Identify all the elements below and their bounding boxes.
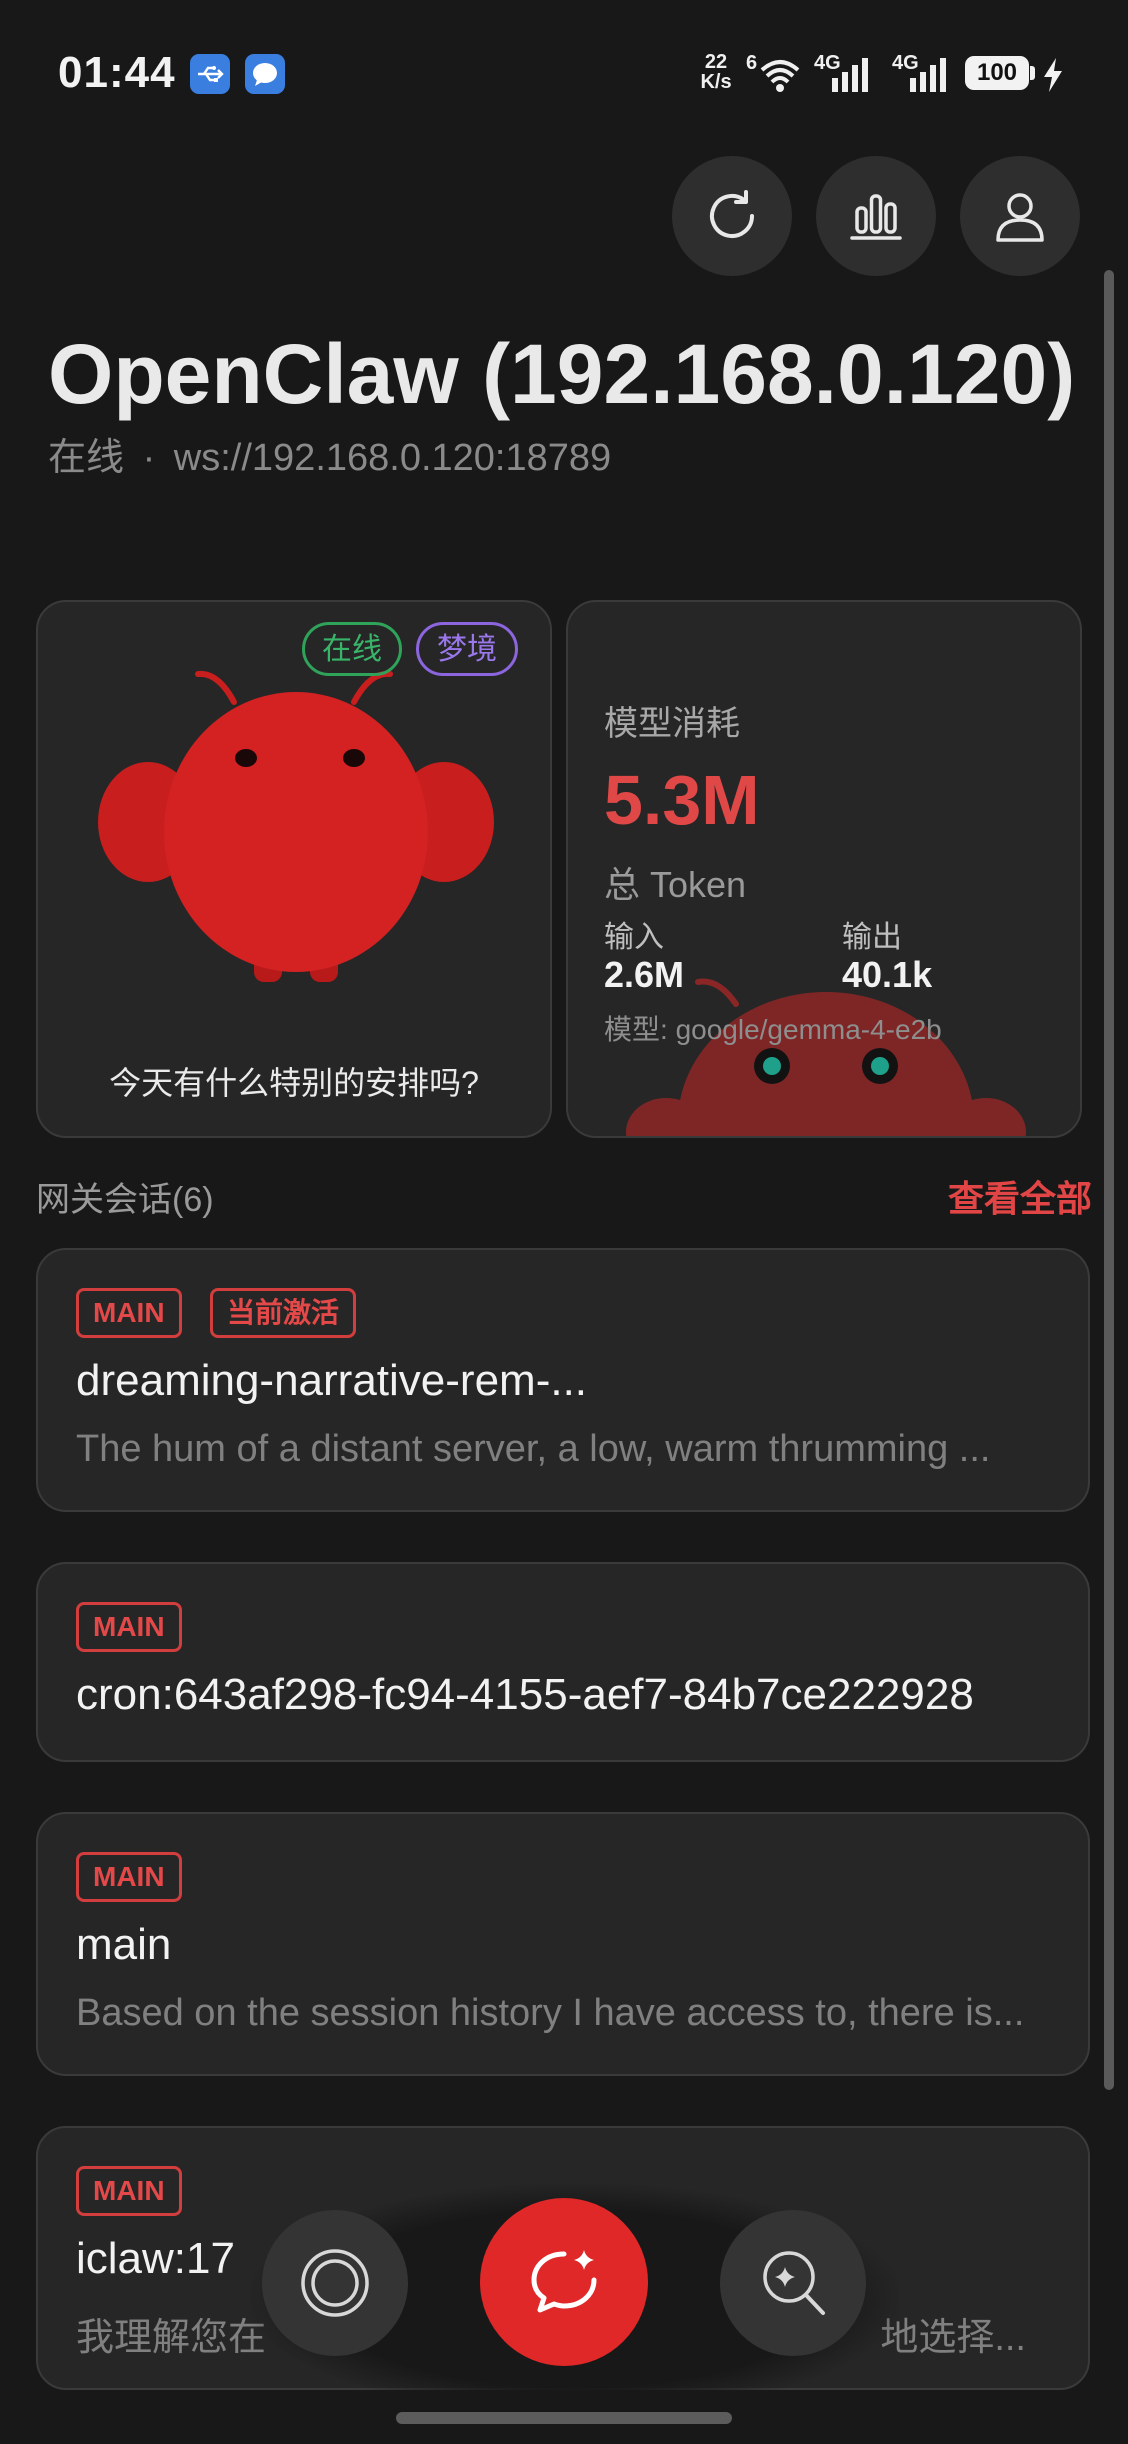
- lens-button[interactable]: [262, 2210, 408, 2356]
- refresh-button[interactable]: [672, 156, 792, 276]
- session-preview: Based on the session history I have acce…: [76, 1992, 1025, 2034]
- profile-icon: [996, 193, 1044, 242]
- connection-subtitle: 在线 · ws://192.168.0.120:18789: [48, 426, 611, 481]
- session-preview: The hum of a distant server, a low, warm…: [76, 1428, 991, 1470]
- charging-icon: [1042, 58, 1064, 100]
- model-prefix: 模型:: [604, 1014, 668, 1045]
- token-total-value: 5.3M: [604, 761, 760, 839]
- home-indicator[interactable]: [396, 2412, 732, 2424]
- token-output-value: 40.1k: [842, 954, 933, 995]
- session-title: dreaming-narrative-rem-...: [76, 1356, 588, 1405]
- sessions-section-title: 网关会话(6): [36, 1181, 214, 1219]
- stats-button[interactable]: [816, 156, 936, 276]
- session-tag-main: MAIN: [76, 2166, 182, 2216]
- wifi-icon: 6: [746, 52, 806, 94]
- net-speed-unit: K/s: [700, 71, 732, 93]
- message-icon: [245, 54, 285, 94]
- stats-icon: [850, 194, 902, 240]
- view-all-link[interactable]: 查看全部: [948, 1170, 1092, 1222]
- token-total-unit: 总 Token: [604, 864, 747, 905]
- status-badge-dream: 梦境: [416, 622, 518, 676]
- lens-icon: [301, 2249, 369, 2317]
- status-badge-online: 在线: [302, 622, 402, 676]
- net-speed-value: 22: [704, 51, 728, 73]
- session-tag-main: MAIN: [76, 1602, 182, 1652]
- session-preview-end: 地选择...: [880, 2317, 1026, 2359]
- scrollbar[interactable]: [1104, 270, 1114, 2090]
- token-card-label: 模型消耗: [604, 705, 740, 743]
- connection-status: 在线: [48, 437, 125, 479]
- model-name: 模型: google/gemma-4-e2b: [604, 1008, 942, 1048]
- ai-search-button[interactable]: [720, 2210, 866, 2356]
- page-title: OpenClaw (192.168.0.120): [48, 327, 1076, 421]
- session-tag-main: MAIN: [76, 1288, 182, 1338]
- token-output-label: 输出: [842, 921, 902, 954]
- separator: ·: [142, 437, 156, 479]
- model-value: google/gemma-4-e2b: [675, 1014, 942, 1045]
- session-title: cron:643af298-fc94-4155-aef7-84b7ce22292…: [76, 1670, 974, 1719]
- profile-button[interactable]: [960, 156, 1080, 276]
- refresh-icon: [710, 190, 754, 238]
- session-card[interactable]: MAIN cron:643af298-fc94-4155-aef7-84b7ce…: [36, 1562, 1090, 1762]
- chat-sparkle-icon: [531, 2250, 597, 2313]
- net-speed: 22 K/s: [698, 52, 734, 92]
- session-tag-active: 当前激活: [210, 1288, 357, 1338]
- ai-search-icon: [763, 2251, 825, 2315]
- session-tag-main: MAIN: [76, 1852, 182, 1902]
- battery-icon: 100: [965, 56, 1029, 90]
- signal-icon: 4G: [814, 52, 878, 94]
- token-input-label: 输入: [604, 921, 664, 954]
- connection-address: ws://192.168.0.120:18789: [173, 437, 612, 479]
- battery-tip: [1030, 66, 1035, 80]
- session-card[interactable]: MAIN main Based on the session history I…: [36, 1812, 1090, 2076]
- usb-icon: [190, 54, 230, 94]
- session-card[interactable]: MAIN 当前激活 dreaming-narrative-rem-... The…: [36, 1248, 1090, 1512]
- status-time: 01:44: [58, 48, 176, 97]
- chat-button[interactable]: [480, 2198, 648, 2366]
- signal-icon: 4G: [892, 52, 956, 94]
- token-input-value: 2.6M: [604, 954, 685, 995]
- session-title: main: [76, 1920, 172, 1969]
- pet-caption: 今天有什么特别的安排吗?: [109, 1065, 479, 1101]
